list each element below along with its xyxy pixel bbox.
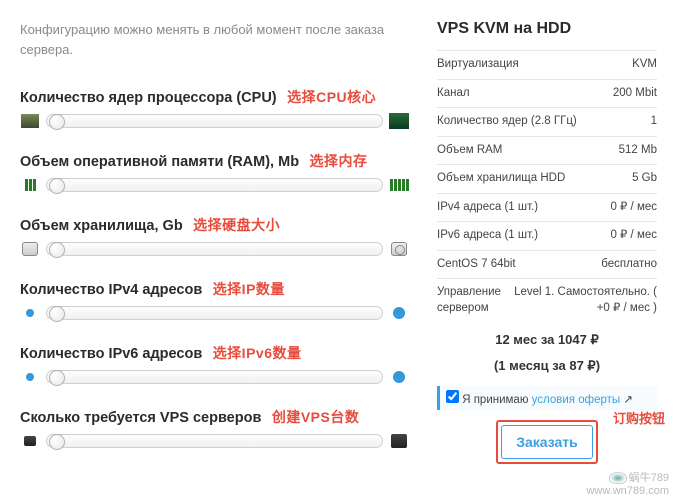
price-monthly: (1 месяц за 87 ₽) bbox=[437, 358, 657, 374]
slider-ram-track[interactable] bbox=[46, 178, 383, 192]
terms-block: Я принимаю условия оферты ↗ bbox=[437, 386, 657, 410]
spec-list: ВиртуализацияKVMКанал200 MbitКоличество … bbox=[437, 50, 657, 322]
price-yearly: 12 мес за 1047 ₽ bbox=[437, 332, 657, 348]
slider-thumb[interactable] bbox=[49, 370, 65, 386]
slider-cpu: Количество ядер процессора (CPU) 选择CPU核心 bbox=[20, 87, 409, 129]
ip-small-icon bbox=[20, 305, 40, 321]
cpu-chip-icon bbox=[20, 113, 40, 129]
slider-ipv4: Количество IPv4 адресов 选择IP数量 bbox=[20, 279, 409, 321]
order-button[interactable]: Заказать bbox=[501, 425, 593, 459]
slider-storage-track[interactable] bbox=[46, 242, 383, 256]
anno-servers: 创建VPS台数 bbox=[272, 409, 360, 425]
anno-order: 订购按钮 bbox=[613, 408, 665, 427]
slider-thumb[interactable] bbox=[49, 434, 65, 450]
anno-cpu: 选择CPU核心 bbox=[287, 89, 376, 105]
spec-key: Объем RAM bbox=[437, 143, 619, 159]
spec-val: 512 Mb bbox=[619, 143, 657, 159]
spec-val: 0 ₽ / мес bbox=[610, 228, 657, 244]
slider-servers-label: Сколько требуется VPS серверов bbox=[20, 410, 261, 426]
spec-key: Количество ядер (2.8 ГГц) bbox=[437, 114, 651, 130]
spec-val: KVM bbox=[632, 57, 657, 73]
spec-val: 1 bbox=[651, 114, 657, 130]
slider-ipv4-label: Количество IPv4 адресов bbox=[20, 282, 202, 298]
slider-ipv4-track[interactable] bbox=[46, 306, 383, 320]
spec-row: Канал200 Mbit bbox=[437, 79, 657, 108]
slider-cpu-track[interactable] bbox=[46, 114, 383, 128]
anno-ipv6: 选择IPv6数量 bbox=[213, 345, 302, 361]
anno-ram: 选择内存 bbox=[310, 153, 368, 169]
spec-key: IPv4 адреса (1 шт.) bbox=[437, 200, 610, 216]
config-column: Конфигурацию можно менять в любой момент… bbox=[20, 20, 409, 471]
ip-small-icon bbox=[20, 369, 40, 385]
slider-thumb[interactable] bbox=[49, 306, 65, 322]
spec-key: Управление сервером bbox=[437, 285, 507, 316]
spec-row: Объем хранилища HDD5 Gb bbox=[437, 164, 657, 193]
slider-cpu-label: Количество ядер процессора (CPU) bbox=[20, 90, 277, 106]
spec-val: бесплатно bbox=[601, 257, 657, 273]
terms-checkbox[interactable] bbox=[446, 390, 459, 403]
ip-large-icon bbox=[389, 305, 409, 321]
anno-storage: 选择硬盘大小 bbox=[193, 217, 280, 233]
spec-val: 0 ₽ / мес bbox=[610, 200, 657, 216]
spec-val: 200 Mbit bbox=[613, 86, 657, 102]
terms-prefix: Я принимаю bbox=[462, 394, 531, 406]
spec-key: Канал bbox=[437, 86, 613, 102]
watermark-url: www.wn789.com bbox=[586, 485, 669, 497]
terms-link[interactable]: условия оферты bbox=[532, 394, 621, 406]
intro-text: Конфигурацию можно менять в любой момент… bbox=[20, 20, 409, 59]
ip-large-icon bbox=[389, 369, 409, 385]
hdd-large-icon bbox=[389, 241, 409, 257]
order-highlight-box: Заказать bbox=[496, 420, 598, 464]
watermark-name: 蜗牛789 bbox=[629, 472, 669, 484]
slider-ipv6-track[interactable] bbox=[46, 370, 383, 384]
summary-panel: VPS KVM на HDD ВиртуализацияKVMКанал200 … bbox=[437, 20, 657, 471]
spec-row: Количество ядер (2.8 ГГц)1 bbox=[437, 107, 657, 136]
spec-val: 5 Gb bbox=[632, 171, 657, 187]
server-large-icon bbox=[389, 433, 409, 449]
ram-stick-large-icon bbox=[389, 177, 409, 193]
spec-key: IPv6 адреса (1 шт.) bbox=[437, 228, 610, 244]
slider-thumb[interactable] bbox=[49, 178, 65, 194]
spec-row: Объем RAM512 Mb bbox=[437, 136, 657, 165]
slider-storage: Объем хранилища, Gb 选择硬盘大小 bbox=[20, 215, 409, 257]
slider-storage-label: Объем хранилища, Gb bbox=[20, 218, 183, 234]
slider-ram: Объем оперативной памяти (RAM), Mb 选择内存 bbox=[20, 151, 409, 193]
spec-row: CentOS 7 64bitбесплатно bbox=[437, 250, 657, 279]
spec-row: Управление серверомLevel 1. Самостоятель… bbox=[437, 278, 657, 322]
panel-title: VPS KVM на HDD bbox=[437, 20, 657, 38]
terms-arrow: ↗ bbox=[620, 394, 633, 406]
hdd-small-icon bbox=[20, 241, 40, 257]
slider-thumb[interactable] bbox=[49, 242, 65, 258]
ram-stick-small-icon bbox=[20, 177, 40, 193]
spec-key: Объем хранилища HDD bbox=[437, 171, 632, 187]
snail-logo-icon bbox=[609, 472, 627, 484]
spec-row: IPv4 адреса (1 шт.)0 ₽ / мес bbox=[437, 193, 657, 222]
slider-thumb[interactable] bbox=[49, 114, 65, 130]
spec-key: CentOS 7 64bit bbox=[437, 257, 601, 273]
spec-key: Виртуализация bbox=[437, 57, 632, 73]
spec-row: ВиртуализацияKVM bbox=[437, 50, 657, 79]
slider-servers: Сколько требуется VPS серверов 创建VPS台数 bbox=[20, 407, 409, 449]
spec-val: Level 1. Самостоятельно. ( +0 ₽ / мес ) bbox=[507, 285, 657, 316]
slider-servers-track[interactable] bbox=[46, 434, 383, 448]
slider-ipv6-label: Количество IPv6 адресов bbox=[20, 346, 202, 362]
slider-ipv6: Количество IPv6 адресов 选择IPv6数量 bbox=[20, 343, 409, 385]
watermark: 蜗牛789 www.wn789.com bbox=[586, 472, 669, 498]
spec-row: IPv6 адреса (1 шт.)0 ₽ / мес bbox=[437, 221, 657, 250]
slider-ram-label: Объем оперативной памяти (RAM), Mb bbox=[20, 154, 299, 170]
server-small-icon bbox=[20, 433, 40, 449]
cpu-chip-large-icon bbox=[389, 113, 409, 129]
anno-ipv4: 选择IP数量 bbox=[213, 281, 285, 297]
